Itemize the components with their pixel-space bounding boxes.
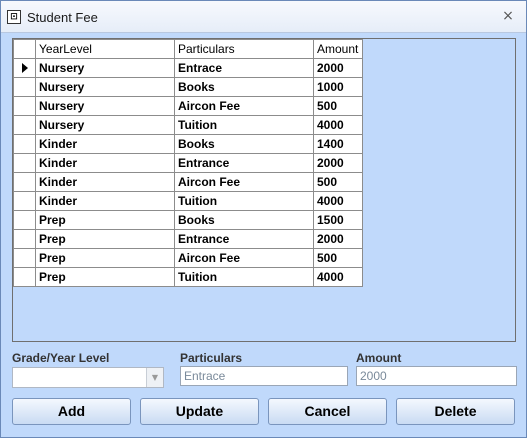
table-row[interactable]: Prep Tuition 4000 [13, 267, 363, 287]
fee-table: YearLevel Particulars Amount Nursery Entr… [13, 39, 363, 287]
cell-yearlevel[interactable]: Prep [35, 248, 175, 268]
cell-particulars[interactable]: Entrance [174, 153, 314, 173]
cell-amount[interactable]: 4000 [313, 191, 363, 211]
table-row[interactable]: Prep Entrance 2000 [13, 229, 363, 249]
cell-yearlevel[interactable]: Kinder [35, 191, 175, 211]
grade-year-level-label: Grade/Year Level [12, 351, 110, 365]
row-selector[interactable] [13, 77, 36, 97]
cell-particulars[interactable]: Tuition [174, 191, 314, 211]
column-header-particulars[interactable]: Particulars [174, 39, 314, 59]
table-row[interactable]: Prep Aircon Fee 500 [13, 248, 363, 268]
table-row[interactable]: Kinder Entrance 2000 [13, 153, 363, 173]
cell-amount[interactable]: 2000 [313, 153, 363, 173]
cell-amount[interactable]: 500 [313, 96, 363, 116]
table-header-row: YearLevel Particulars Amount [13, 39, 363, 59]
cell-yearlevel[interactable]: Nursery [35, 115, 175, 135]
grade-year-level-combo[interactable]: ▼ [12, 367, 164, 388]
row-selector[interactable] [13, 58, 36, 78]
cell-yearlevel[interactable]: Nursery [35, 96, 175, 116]
delete-button[interactable]: Delete [396, 398, 515, 425]
cell-amount[interactable]: 2000 [313, 229, 363, 249]
fee-data-grid[interactable]: YearLevel Particulars Amount Nursery Entr… [12, 38, 516, 342]
row-selector[interactable] [13, 134, 36, 154]
row-header-corner[interactable] [13, 39, 36, 59]
student-fee-window: ⊡ Student Fee × YearLevel Particulars Am… [0, 0, 527, 438]
cell-particulars[interactable]: Aircon Fee [174, 172, 314, 192]
row-selector[interactable] [13, 267, 36, 287]
cell-amount[interactable]: 4000 [313, 115, 363, 135]
cell-yearlevel[interactable]: Nursery [35, 77, 175, 97]
cell-yearlevel[interactable]: Kinder [35, 153, 175, 173]
row-selector[interactable] [13, 153, 36, 173]
particulars-field[interactable]: Entrace [180, 366, 348, 386]
cell-particulars[interactable]: Entrace [174, 58, 314, 78]
column-header-yearlevel[interactable]: YearLevel [35, 39, 175, 59]
row-selector[interactable] [13, 115, 36, 135]
row-selector[interactable] [13, 248, 36, 268]
cell-particulars[interactable]: Books [174, 134, 314, 154]
cell-amount[interactable]: 1400 [313, 134, 363, 154]
table-row[interactable]: Kinder Tuition 4000 [13, 191, 363, 211]
table-row[interactable]: Kinder Aircon Fee 500 [13, 172, 363, 192]
update-button[interactable]: Update [140, 398, 259, 425]
cell-particulars[interactable]: Aircon Fee [174, 96, 314, 116]
cell-amount[interactable]: 1000 [313, 77, 363, 97]
current-row-pointer-icon [22, 63, 28, 73]
amount-label: Amount [356, 351, 402, 365]
close-icon[interactable]: × [500, 8, 516, 24]
app-window-icon[interactable]: ⊡ [7, 10, 21, 24]
table-row[interactable]: Nursery Aircon Fee 500 [13, 96, 363, 116]
window-title: Student Fee [27, 10, 98, 25]
cell-particulars[interactable]: Tuition [174, 267, 314, 287]
table-row[interactable]: Kinder Books 1400 [13, 134, 363, 154]
chevron-down-icon[interactable]: ▼ [146, 368, 163, 387]
cell-amount[interactable]: 2000 [313, 58, 363, 78]
particulars-label: Particulars [180, 351, 243, 365]
cell-yearlevel[interactable]: Prep [35, 267, 175, 287]
cell-particulars[interactable]: Books [174, 77, 314, 97]
cell-yearlevel[interactable]: Prep [35, 210, 175, 230]
title-bar[interactable]: ⊡ Student Fee × [1, 1, 526, 33]
row-selector[interactable] [13, 172, 36, 192]
cell-yearlevel[interactable]: Kinder [35, 172, 175, 192]
cell-particulars[interactable]: Tuition [174, 115, 314, 135]
cell-amount[interactable]: 4000 [313, 267, 363, 287]
cell-particulars[interactable]: Aircon Fee [174, 248, 314, 268]
column-header-amount[interactable]: Amount [313, 39, 363, 59]
cell-amount[interactable]: 1500 [313, 210, 363, 230]
cell-particulars[interactable]: Entrance [174, 229, 314, 249]
row-selector[interactable] [13, 191, 36, 211]
row-selector[interactable] [13, 229, 36, 249]
table-row[interactable]: Nursery Entrace 2000 [13, 58, 363, 78]
cell-particulars[interactable]: Books [174, 210, 314, 230]
add-button[interactable]: Add [12, 398, 131, 425]
table-row[interactable]: Prep Books 1500 [13, 210, 363, 230]
cell-yearlevel[interactable]: Nursery [35, 58, 175, 78]
cell-yearlevel[interactable]: Prep [35, 229, 175, 249]
cell-amount[interactable]: 500 [313, 248, 363, 268]
cell-yearlevel[interactable]: Kinder [35, 134, 175, 154]
cell-amount[interactable]: 500 [313, 172, 363, 192]
row-selector[interactable] [13, 210, 36, 230]
row-selector[interactable] [13, 96, 36, 116]
table-row[interactable]: Nursery Tuition 4000 [13, 115, 363, 135]
table-row[interactable]: Nursery Books 1000 [13, 77, 363, 97]
amount-field[interactable]: 2000 [356, 366, 517, 386]
cancel-button[interactable]: Cancel [268, 398, 387, 425]
